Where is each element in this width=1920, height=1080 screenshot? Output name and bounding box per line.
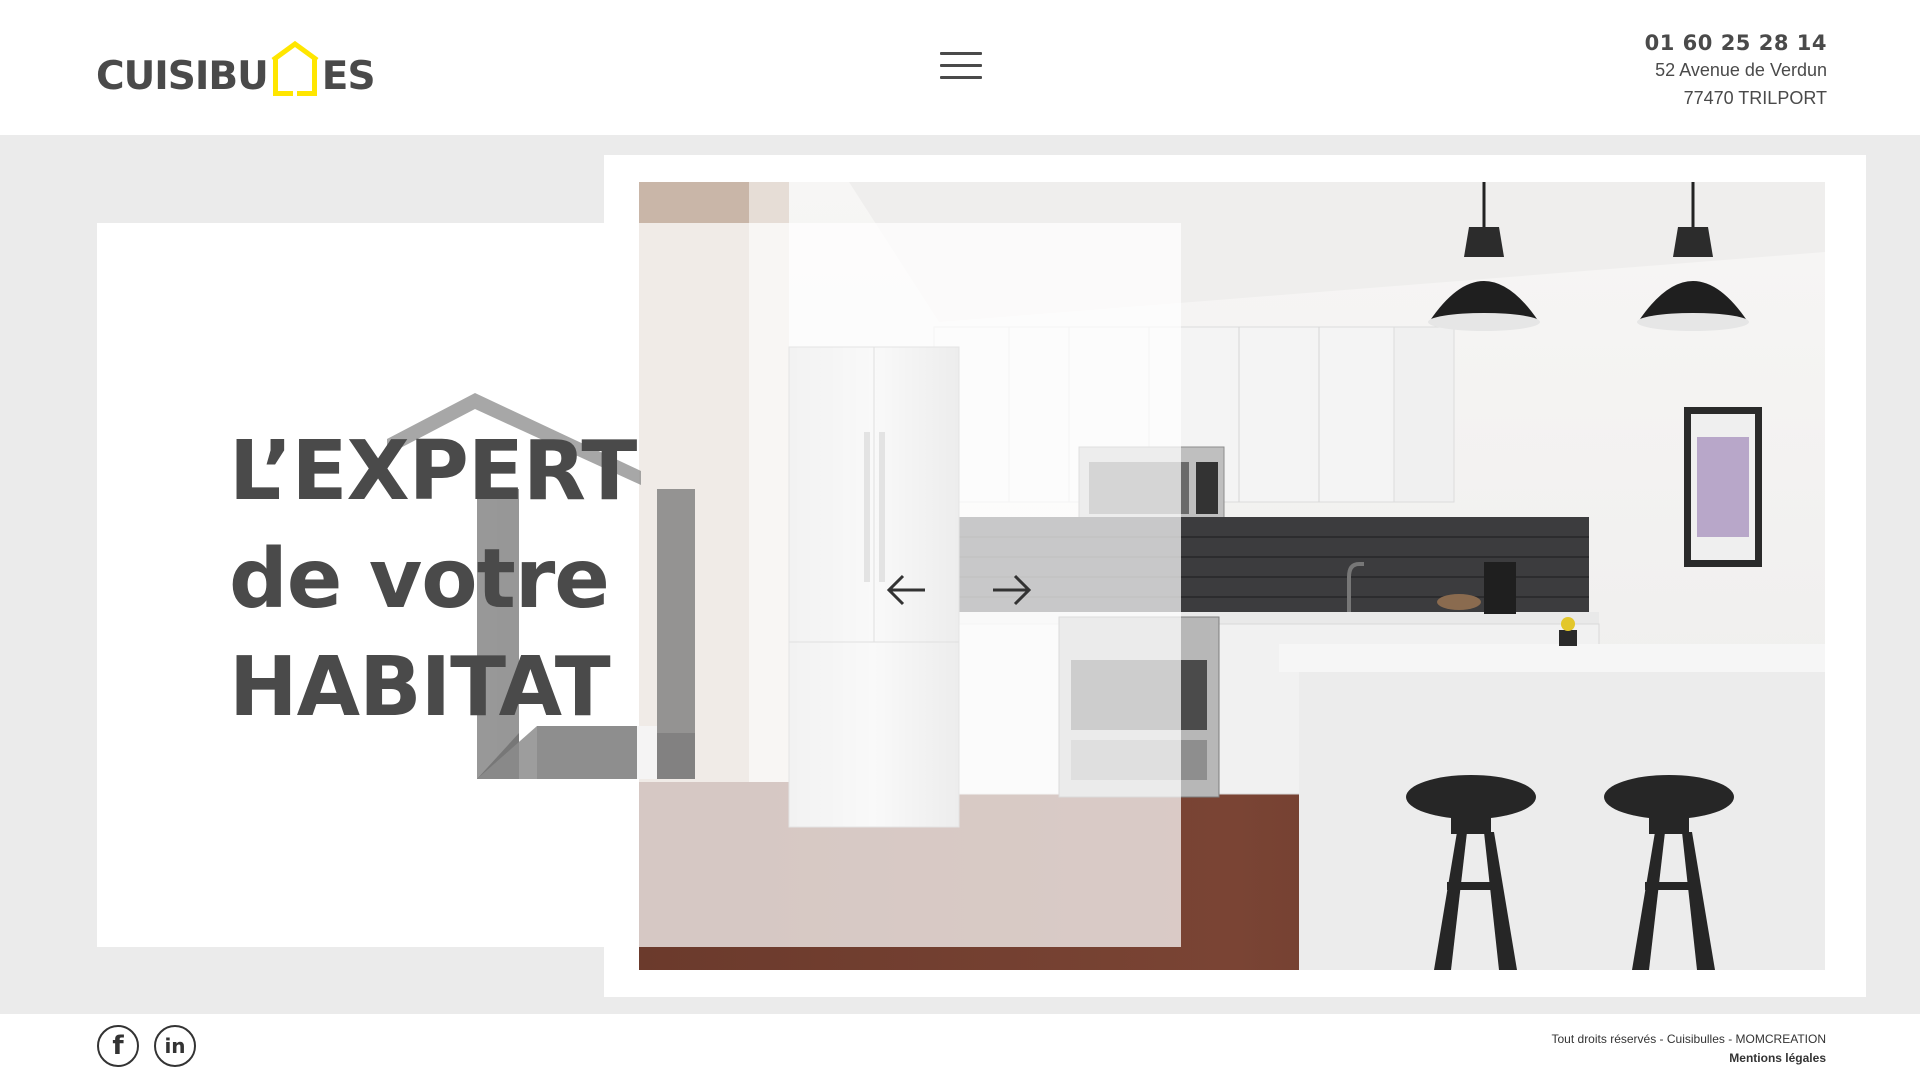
copyright-text: Tout droits réservés - Cuisibulles - MOM… (1551, 1032, 1827, 1046)
linkedin-glyph: in (164, 1034, 186, 1058)
site-footer: f in Tout droits réservés - Cuisibulles … (0, 1014, 1920, 1080)
legal-notice-link[interactable]: Mentions légales (1552, 1049, 1826, 1068)
facebook-glyph: f (112, 1031, 124, 1061)
footer-legal: Tout droits réservés - Cuisibulles - MOM… (1552, 1030, 1827, 1068)
logo-house-icon (270, 40, 320, 100)
facebook-icon[interactable]: f (97, 1025, 139, 1067)
linkedin-icon[interactable]: in (154, 1025, 196, 1067)
contact-info: 01 60 25 28 14 52 Avenue de Verdun 77470… (1645, 30, 1827, 112)
site-header: CUISIBU ES 01 60 25 28 14 52 Avenue de V… (0, 0, 1920, 135)
logo-text-end: ES (321, 54, 376, 99)
address-line-1: 52 Avenue de Verdun (1655, 60, 1827, 80)
hero-headline: L’EXPERT de votre HABITAT (229, 418, 637, 742)
address-line-2: 77470 TRILPORT (1683, 88, 1827, 108)
headline-line-1: L’EXPERT (229, 424, 637, 519)
site-logo[interactable]: CUISIBU ES (96, 34, 376, 99)
hamburger-menu-icon[interactable] (940, 52, 982, 86)
menu-line (940, 64, 982, 67)
logo-text-start: CUISIBU (96, 54, 269, 99)
headline-line-2: de votre (229, 532, 610, 627)
menu-line (940, 52, 982, 55)
arrow-left-icon[interactable] (885, 572, 929, 608)
headline-line-3: HABITAT (229, 640, 611, 735)
phone-number[interactable]: 01 60 25 28 14 (1645, 30, 1827, 56)
menu-line (940, 76, 982, 79)
arrow-right-icon[interactable] (989, 572, 1033, 608)
